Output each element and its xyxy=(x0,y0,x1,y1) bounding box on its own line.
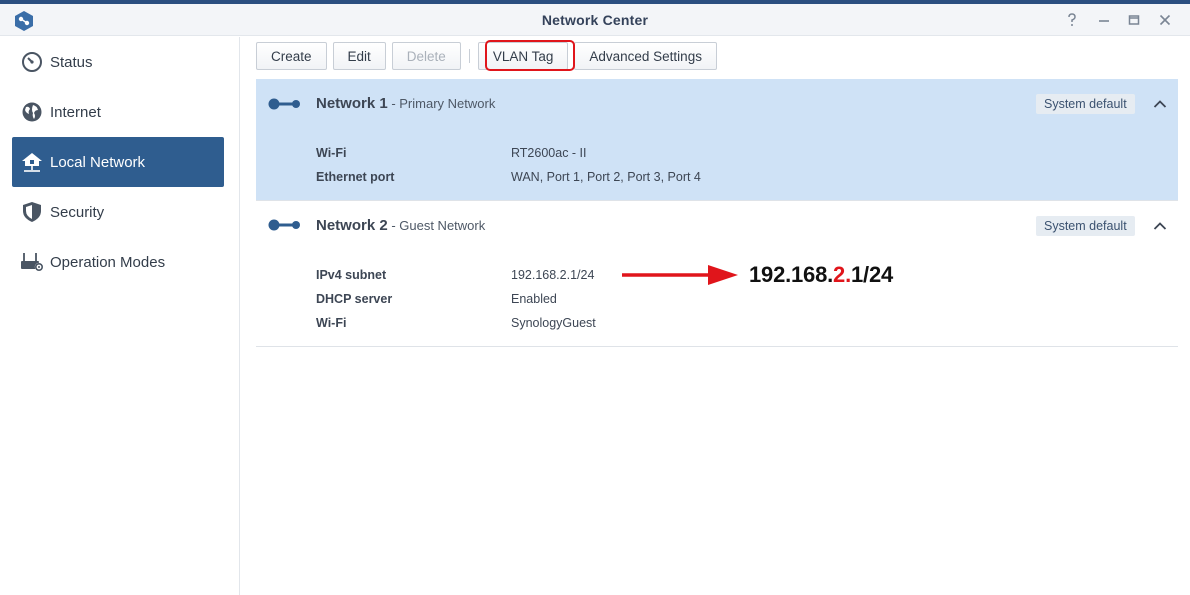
sidebar-item-label: Security xyxy=(50,203,105,221)
field-label: IPv4 subnet xyxy=(316,268,387,282)
sidebar-item-status[interactable]: Status xyxy=(12,37,224,87)
minimize-icon[interactable] xyxy=(1094,11,1114,29)
sidebar-item-label: Status xyxy=(50,53,93,71)
toolbar-divider xyxy=(468,49,470,63)
field-value: 192.168.2.1/24 xyxy=(511,268,595,282)
home-network-icon xyxy=(20,150,44,174)
system-default-badge: System default xyxy=(1036,216,1135,236)
network-panel-1[interactable]: Network 1 - Primary Network System defau… xyxy=(256,79,1178,201)
field-label: Ethernet port xyxy=(316,170,395,184)
help-icon[interactable] xyxy=(1062,11,1082,29)
field-value: RT2600ac - II xyxy=(511,146,587,160)
shield-icon xyxy=(20,200,44,224)
network-title: Network 1 - Primary Network xyxy=(316,95,495,112)
field-label: Wi-Fi xyxy=(316,316,347,330)
field-value: Enabled xyxy=(511,292,557,306)
router-gear-icon xyxy=(20,250,44,274)
network-subtitle: - Guest Network xyxy=(387,218,486,233)
annotation-highlight: 2. xyxy=(833,262,851,287)
chevron-up-icon[interactable] xyxy=(1150,94,1170,114)
network-subtitle: - Primary Network xyxy=(387,96,496,111)
subnet-annotation: 192.168.2.1/24 xyxy=(749,262,893,288)
maximize-icon[interactable] xyxy=(1124,11,1144,29)
sidebar-item-label: Local Network xyxy=(50,153,146,171)
chevron-up-icon[interactable] xyxy=(1150,216,1170,236)
title-bar: Network Center xyxy=(0,4,1190,36)
sidebar-item-local-network[interactable]: Local Network xyxy=(12,137,224,187)
sidebar-item-internet[interactable]: Internet xyxy=(12,87,224,137)
sidebar-item-label: Internet xyxy=(50,103,101,121)
field-value: SynologyGuest xyxy=(511,316,596,330)
field-label: Wi-Fi xyxy=(316,146,347,160)
create-button[interactable]: Create xyxy=(256,42,327,70)
field-label: DHCP server xyxy=(316,292,393,306)
network-link-icon xyxy=(268,219,300,231)
window-title: Network Center xyxy=(541,12,649,28)
vlan-tag-highlight-box xyxy=(485,40,575,71)
globe-icon xyxy=(20,100,44,124)
sidebar-item-security[interactable]: Security xyxy=(12,187,224,237)
network-name: Network 1 xyxy=(316,95,388,112)
annotation-suffix: 1/24 xyxy=(851,262,894,287)
advanced-settings-button[interactable]: Advanced Settings xyxy=(574,42,717,70)
field-value: WAN, Port 1, Port 2, Port 3, Port 4 xyxy=(511,170,701,184)
network-name: Network 2 xyxy=(316,217,388,234)
system-default-badge: System default xyxy=(1036,94,1135,114)
delete-button[interactable]: Delete xyxy=(391,42,461,70)
close-icon[interactable] xyxy=(1155,11,1175,29)
sidebar-item-operation-modes[interactable]: Operation Modes xyxy=(12,237,224,287)
annotation-arrow-icon xyxy=(622,265,738,285)
sidebar-item-label: Operation Modes xyxy=(50,253,166,271)
edit-button[interactable]: Edit xyxy=(332,42,386,70)
network-link-icon xyxy=(268,98,300,110)
gauge-icon xyxy=(20,50,44,74)
annotation-prefix: 192.168. xyxy=(749,262,834,287)
sidebar: Status Internet Local Network Security O… xyxy=(0,37,240,595)
network-title: Network 2 - Guest Network xyxy=(316,217,485,234)
